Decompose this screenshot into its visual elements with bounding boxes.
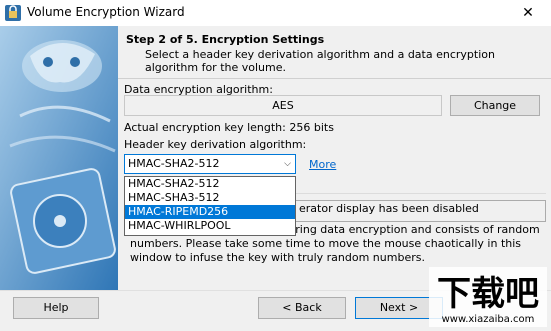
dropdown-option-highlighted[interactable]: HMAC-RIPEMD256 <box>125 205 295 219</box>
wizard-art <box>0 26 118 290</box>
random-display-label: erator display has been disabled <box>299 202 479 215</box>
header-divider <box>118 78 551 79</box>
watermark-url: www.xiazaiba.com <box>442 314 535 325</box>
window-title: Volume Encryption Wizard <box>27 5 185 19</box>
key-length-text: Actual encryption key length: 256 bits <box>124 121 334 134</box>
hash-selected-value: HMAC-SHA2-512 <box>128 157 220 170</box>
dropdown-option[interactable]: HMAC-WHIRLPOOL <box>125 219 295 233</box>
chevron-down-icon[interactable]: ⌵ <box>284 155 291 173</box>
back-button[interactable]: < Back <box>258 297 346 319</box>
title-bar: Volume Encryption Wizard ✕ <box>0 0 551 27</box>
app-icon <box>5 5 21 21</box>
change-button[interactable]: Change <box>450 95 540 116</box>
watermark-logo: 下载吧 www.xiazaiba.com <box>429 267 547 327</box>
hash-dropdown-list: HMAC-SHA2-512 HMAC-SHA3-512 HMAC-RIPEMD2… <box>124 176 296 236</box>
dropdown-option[interactable]: HMAC-SHA2-512 <box>125 177 295 191</box>
more-link[interactable]: More <box>309 158 336 171</box>
close-icon[interactable]: ✕ <box>505 0 551 26</box>
wizard-window: Step 2 of 5. Encryption Settings Select … <box>0 26 551 331</box>
hash-algorithm-select[interactable]: HMAC-SHA2-512 ⌵ <box>124 154 296 174</box>
step-title: Step 2 of 5. Encryption Settings <box>126 33 325 46</box>
help-button[interactable]: Help <box>13 297 99 319</box>
watermark-text: 下载吧 <box>437 274 539 314</box>
encryption-algorithm-field: AES <box>124 95 442 116</box>
step-description: Select a header key derivation algorithm… <box>145 48 495 74</box>
dropdown-option[interactable]: HMAC-SHA3-512 <box>125 191 295 205</box>
hash-algorithm-label: Header key derivation algorithm: <box>124 138 307 151</box>
